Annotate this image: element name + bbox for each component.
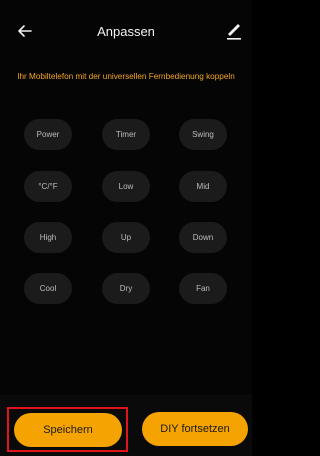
key-cool[interactable]: Cool bbox=[24, 273, 72, 304]
key-dry[interactable]: Dry bbox=[102, 273, 150, 304]
key-up[interactable]: Up bbox=[102, 222, 150, 253]
key-temp-unit[interactable]: °C/°F bbox=[24, 171, 72, 202]
edit-button[interactable] bbox=[224, 20, 244, 40]
pairing-instruction: Ihr Mobiltelefon mit der universellen Fe… bbox=[17, 72, 235, 81]
key-timer[interactable]: Timer bbox=[102, 119, 150, 150]
pencil-icon bbox=[227, 24, 241, 40]
key-power[interactable]: Power bbox=[24, 119, 72, 150]
screen: Anpassen Ihr Mobiltelefon mit der univer… bbox=[0, 0, 252, 456]
header: Anpassen bbox=[0, 0, 252, 52]
key-swing[interactable]: Swing bbox=[179, 119, 227, 150]
page-title: Anpassen bbox=[97, 24, 155, 39]
save-button[interactable]: Speichern bbox=[14, 413, 122, 447]
diy-continue-button[interactable]: DIY fortsetzen bbox=[142, 412, 248, 446]
key-low[interactable]: Low bbox=[102, 171, 150, 202]
key-fan[interactable]: Fan bbox=[179, 273, 227, 304]
key-down[interactable]: Down bbox=[179, 222, 227, 253]
key-mid[interactable]: Mid bbox=[179, 171, 227, 202]
key-high[interactable]: High bbox=[24, 222, 72, 253]
